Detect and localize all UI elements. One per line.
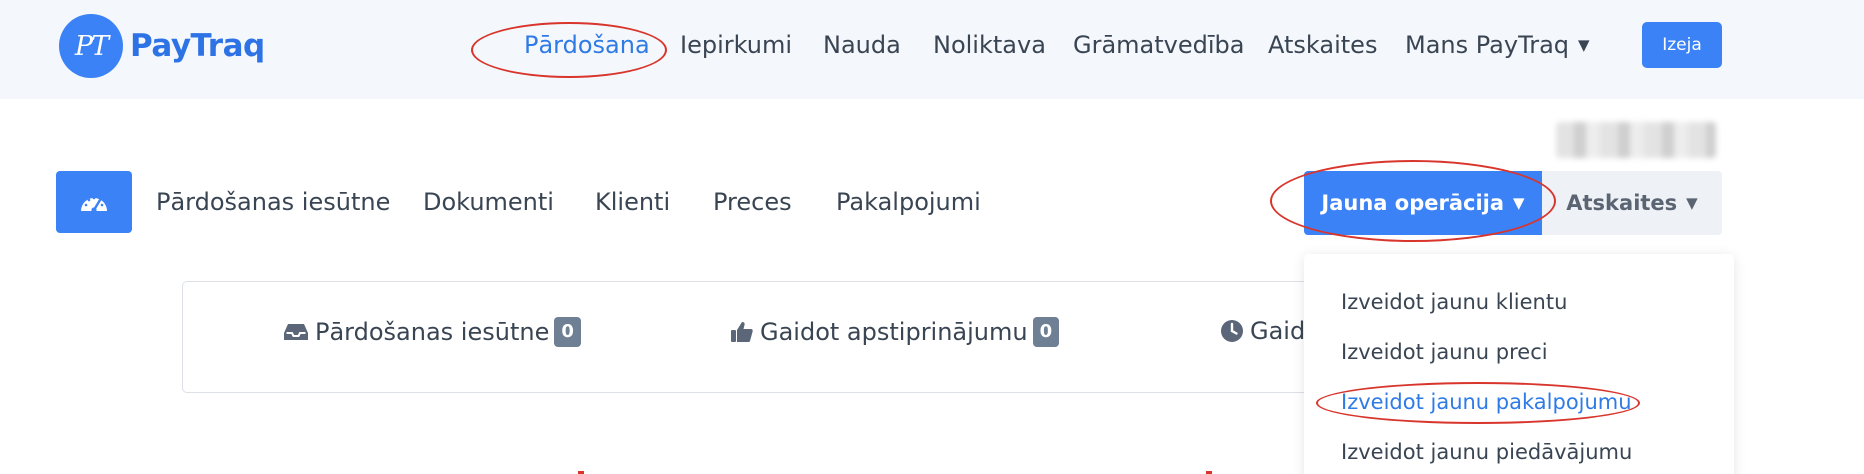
subnav-products[interactable]: Preces — [713, 182, 792, 222]
logout-button[interactable]: Izeja — [1642, 22, 1722, 68]
nav-item-purchases[interactable]: Iepirkumi — [680, 27, 792, 63]
chevron-down-icon: ▼ — [1578, 36, 1590, 54]
nav-item-warehouse[interactable]: Noliktava — [933, 27, 1046, 63]
paytraq-logo[interactable]: PT PayTraq — [59, 14, 265, 78]
subnav-sales-inbox[interactable]: Pārdošanas iesūtne — [156, 182, 390, 222]
new-operation-dropdown-menu: Izveidot jaunu klientu Izveidot jaunu pr… — [1304, 254, 1734, 474]
menu-item-new-service[interactable]: Izveidot jaunu pakalpojumu — [1341, 386, 1632, 418]
inbox-icon — [283, 322, 309, 342]
logo-wordmark: PayTraq — [130, 28, 265, 64]
nav-item-sales[interactable]: Pārdošana — [524, 27, 650, 63]
subnav-documents[interactable]: Dokumenti — [423, 182, 554, 222]
thumbs-up-icon — [730, 320, 754, 344]
dashboard-button[interactable] — [56, 171, 132, 233]
stat-awaiting-approval-label: Gaidot apstiprinājumu — [760, 318, 1028, 346]
reports-dropdown-label: Atskaites — [1566, 191, 1678, 215]
subnav-services[interactable]: Pakalpojumi — [836, 182, 981, 222]
clock-icon — [1220, 319, 1244, 343]
speedometer-icon — [81, 196, 107, 213]
stat-awaiting-approval[interactable]: Gaidot apstiprinājumu 0 — [730, 317, 1060, 347]
nav-item-reports[interactable]: Atskaites — [1268, 27, 1377, 63]
subnav-clients[interactable]: Klienti — [595, 182, 670, 222]
stat-sales-inbox[interactable]: Pārdošanas iesūtne 0 — [283, 317, 581, 347]
new-operation-label: Jauna operācija — [1321, 191, 1505, 215]
stat-pending[interactable]: Gaid — [1220, 317, 1305, 345]
top-navigation-bar: PT PayTraq Pārdošana Iepirkumi Nauda Nol… — [0, 0, 1864, 99]
nav-item-my-paytraq[interactable]: Mans PayTraq ▼ — [1405, 27, 1590, 63]
menu-item-new-quote[interactable]: Izveidot jaunu piedāvājumu — [1341, 436, 1632, 468]
new-operation-button[interactable]: Jauna operācija ▼ — [1304, 171, 1542, 235]
logo-mark-icon: PT — [59, 14, 123, 78]
stat-sales-inbox-label: Pārdošanas iesūtne — [315, 318, 550, 346]
reports-dropdown-button[interactable]: Atskaites ▼ — [1542, 171, 1722, 235]
nav-item-money[interactable]: Nauda — [823, 27, 901, 63]
chevron-down-icon: ▼ — [1686, 194, 1698, 212]
stat-sales-inbox-count: 0 — [554, 317, 581, 347]
nav-item-accounting[interactable]: Grāmatvedība — [1073, 27, 1244, 63]
menu-item-new-client[interactable]: Izveidot jaunu klientu — [1341, 286, 1567, 318]
chevron-down-icon: ▼ — [1513, 194, 1525, 212]
blurred-user-name — [1556, 122, 1716, 158]
menu-item-new-product[interactable]: Izveidot jaunu preci — [1341, 336, 1548, 368]
nav-item-my-paytraq-label: Mans PayTraq — [1405, 31, 1570, 59]
app-page: PT PayTraq Pārdošana Iepirkumi Nauda Nol… — [0, 0, 1864, 474]
stat-awaiting-approval-count: 0 — [1032, 317, 1060, 347]
stat-pending-label: Gaid — [1250, 317, 1306, 345]
